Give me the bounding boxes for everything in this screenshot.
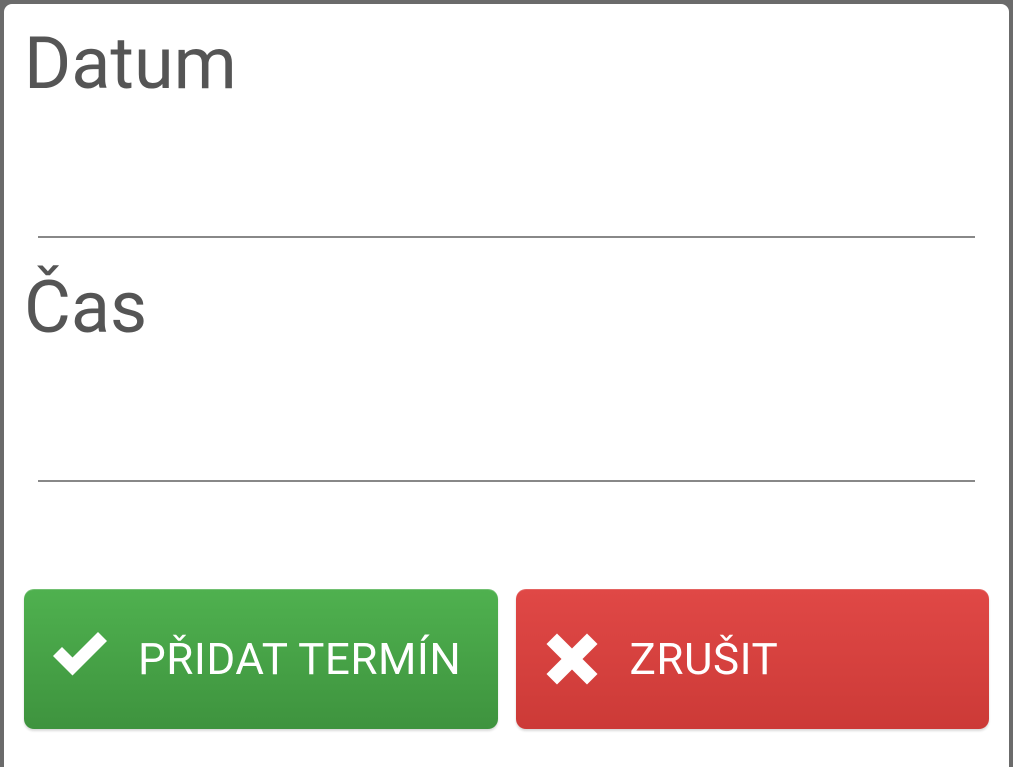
date-label: Datum: [24, 24, 989, 103]
time-label: Čas: [24, 268, 989, 347]
close-icon: [536, 623, 608, 695]
cancel-button[interactable]: ZRUŠIT: [516, 589, 990, 729]
check-icon: [44, 623, 116, 695]
add-term-button-label: PŘIDAT TERMÍN: [138, 633, 461, 685]
date-input[interactable]: [38, 113, 975, 238]
add-term-dialog: Datum Čas PŘIDAT TERMÍN ZRUŠIT: [4, 4, 1009, 767]
time-field-group: Čas: [24, 268, 989, 482]
time-input[interactable]: [38, 357, 975, 482]
dialog-button-row: PŘIDAT TERMÍN ZRUŠIT: [24, 589, 989, 747]
date-field-group: Datum: [24, 24, 989, 238]
cancel-button-label: ZRUŠIT: [630, 633, 779, 685]
add-term-button[interactable]: PŘIDAT TERMÍN: [24, 589, 498, 729]
